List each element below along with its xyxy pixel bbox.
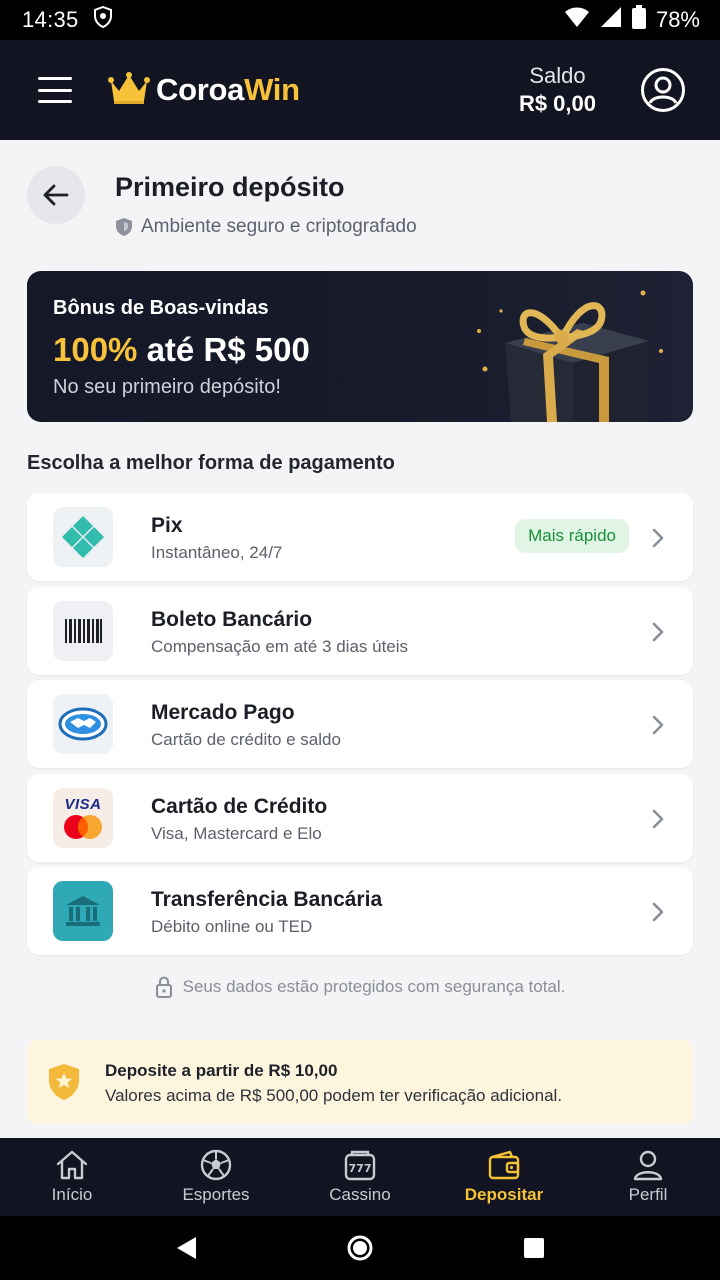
account-button[interactable] (640, 67, 686, 113)
nav-label: Cassino (329, 1185, 391, 1204)
page-title: Primeiro depósito (115, 172, 345, 202)
nav-depositar[interactable]: Depositar (432, 1138, 576, 1216)
method-name: Boleto Bancário (151, 607, 313, 631)
battery-icon (631, 5, 646, 35)
soccer-ball-icon (200, 1149, 232, 1181)
slot-machine-icon: 777 (344, 1150, 376, 1181)
nav-cassino[interactable]: 777 Cassino (288, 1138, 432, 1216)
page-subtitle: Ambiente seguro e criptografado (115, 216, 417, 238)
payment-methods-list: Pix Instantâneo, 24/7 Mais rápido Boleto… (27, 493, 693, 961)
battery-percent: 78% (655, 7, 700, 32)
page-header: Primeiro depósito Ambiente seguro e crip… (27, 166, 693, 246)
method-name: Cartão de Crédito (151, 794, 328, 818)
brand-name-part1: Coroa (156, 72, 245, 107)
bonus-banner[interactable]: Bônus de Boas-vindas 100% até R$ 500 No … (27, 271, 693, 422)
method-desc: Instantâneo, 24/7 (151, 543, 283, 562)
method-name: Mercado Pago (151, 701, 295, 724)
nav-label: Esportes (182, 1185, 250, 1204)
deposit-info-box: Deposite a partir de R$ 10,00 Valores ac… (27, 1040, 693, 1124)
chevron-right-icon (652, 902, 664, 922)
bottom-navigation: Início Esportes 777 Cassino Depositar Pe… (0, 1138, 720, 1216)
bonus-offer: 100% até R$ 500 (53, 331, 310, 369)
nav-label: Início (51, 1185, 93, 1204)
barcode-icon (53, 600, 113, 661)
security-note: Seus dados estão protegidos com seguranç… (0, 976, 720, 998)
system-navigation (0, 1216, 720, 1280)
info-title: Deposite a partir de R$ 10,00 (105, 1061, 338, 1080)
menu-button[interactable] (38, 77, 72, 103)
handshake-icon (53, 694, 113, 754)
balance-value: R$ 0,00 (518, 91, 596, 116)
user-circle-icon (641, 68, 685, 112)
gift-box-icon (477, 290, 663, 422)
card-brands-icon: VISA (53, 787, 113, 848)
wifi-icon (564, 6, 590, 34)
method-desc: Visa, Mastercard e Elo (151, 823, 322, 843)
bonus-amount: até R$ 500 (137, 331, 310, 368)
bonus-caption: No seu primeiro depósito! (53, 376, 281, 398)
payment-method-boleto[interactable]: Boleto Bancário Compensação em até 3 dia… (27, 586, 693, 675)
back-button[interactable] (27, 166, 85, 224)
home-icon (56, 1150, 88, 1180)
nav-label: Depositar (464, 1185, 544, 1204)
payment-method-bank-transfer[interactable]: Transferência Bancária Débito online ou … (27, 867, 693, 955)
fastest-badge: Mais rápido (515, 519, 629, 553)
status-time: 14:35 (22, 7, 79, 32)
visa-label: VISA (64, 795, 102, 813)
signal-icon (600, 6, 622, 34)
bonus-percent: 100% (53, 331, 138, 368)
shield-icon (116, 218, 132, 236)
method-name: Transferência Bancária (151, 888, 383, 911)
method-name: Pix (151, 514, 183, 537)
bonus-heading: Bônus de Boas-vindas (53, 297, 269, 319)
wallet-icon (488, 1150, 520, 1180)
payment-method-credit-card[interactable]: VISA Cartão de Crédito Visa, Mastercard … (27, 773, 693, 862)
brand-logo[interactable]: CoroaWin (108, 71, 300, 110)
subtitle-text: Ambiente seguro e criptografado (141, 216, 417, 237)
payment-section-title: Escolha a melhor forma de pagamento (27, 452, 395, 474)
info-text: Valores acima de R$ 500,00 podem ter ver… (105, 1086, 563, 1105)
shield-status-icon (93, 5, 113, 34)
chevron-right-icon (652, 622, 664, 641)
chevron-right-icon (652, 528, 664, 548)
nav-perfil[interactable]: Perfil (576, 1138, 720, 1216)
app-header: CoroaWin Saldo R$ 0,00 (0, 40, 720, 140)
pix-icon (53, 507, 113, 567)
bank-icon (53, 881, 113, 941)
arrow-left-icon (43, 184, 69, 206)
chevron-right-icon (652, 715, 664, 735)
crown-icon (108, 71, 150, 110)
method-desc: Cartão de crédito e saldo (151, 730, 341, 749)
main-content: Primeiro depósito Ambiente seguro e crip… (0, 140, 720, 1138)
security-note-text: Seus dados estão protegidos com seguranç… (182, 977, 566, 996)
brand-name-part2: Win (244, 72, 300, 107)
system-home-icon[interactable] (346, 1234, 374, 1262)
mastercard-icon (64, 814, 102, 839)
system-back-icon[interactable] (174, 1235, 198, 1261)
method-desc: Débito online ou TED (151, 917, 313, 936)
shield-star-icon (49, 1064, 79, 1100)
method-desc: Compensação em até 3 dias úteis (151, 636, 409, 656)
nav-inicio[interactable]: Início (0, 1138, 144, 1216)
balance-display: Saldo R$ 0,00 (519, 63, 596, 117)
payment-method-mercado-pago[interactable]: Mercado Pago Cartão de crédito e saldo (27, 680, 693, 768)
payment-method-pix[interactable]: Pix Instantâneo, 24/7 Mais rápido (27, 493, 693, 581)
nav-label: Perfil (628, 1185, 668, 1204)
svg-text:777: 777 (349, 1162, 372, 1175)
lock-icon (155, 976, 172, 998)
balance-label: Saldo (529, 63, 586, 88)
system-recents-icon[interactable] (522, 1236, 546, 1260)
status-bar: 14:35 78% (0, 0, 720, 40)
nav-esportes[interactable]: Esportes (144, 1138, 288, 1216)
chevron-right-icon (652, 809, 664, 828)
user-icon (633, 1150, 663, 1181)
